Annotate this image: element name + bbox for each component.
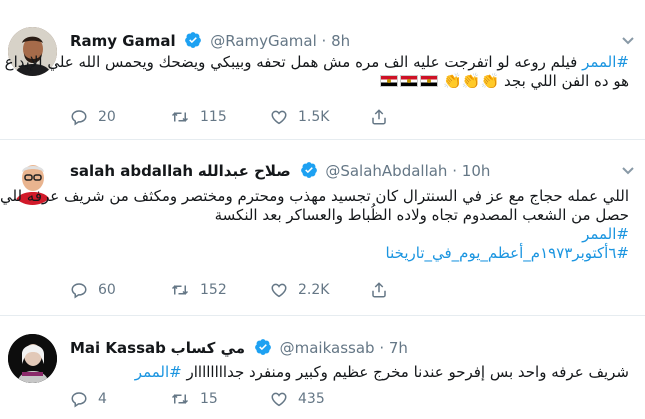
retweet-count: 15 bbox=[200, 391, 218, 407]
reply-icon bbox=[70, 390, 88, 408]
separator-dot: · bbox=[321, 32, 327, 50]
share-button[interactable] bbox=[370, 281, 400, 299]
tweet-salah-abdallah[interactable]: salah abdallah صلاح عبدالله @SalahAbdall… bbox=[0, 141, 645, 316]
separator-dot: · bbox=[452, 162, 457, 180]
tweet-text-line: شريف عرفه واحد بس إفرحو عندنا مخرج عظيم … bbox=[181, 363, 630, 381]
tweet-timestamp[interactable]: 10h bbox=[462, 162, 491, 180]
hashtag-link[interactable]: #٦أكتوبر١٩٧٣م_أعظم_يوم_في_تاريخنا bbox=[70, 244, 629, 263]
tweet-timestamp[interactable]: 7h bbox=[389, 339, 408, 357]
heart-icon bbox=[270, 108, 288, 126]
avatar-image bbox=[8, 334, 57, 383]
user-handle[interactable]: @SalahAbdallah bbox=[325, 162, 447, 180]
avatar-mai-kassab[interactable] bbox=[8, 334, 57, 383]
tweet-ramy-gamal[interactable]: Ramy Gamal @RamyGamal · 8h #الممر فيلم ر… bbox=[0, 0, 645, 140]
reply-count: 20 bbox=[98, 109, 116, 125]
tweet-text: شريف عرفه واحد بس إفرحو عندنا مخرج عظيم … bbox=[70, 363, 629, 382]
heart-icon bbox=[270, 281, 288, 299]
share-button[interactable] bbox=[370, 108, 400, 126]
tweet-actions: 20 115 1.5K bbox=[70, 108, 400, 126]
egypt-flag-icon bbox=[380, 75, 399, 87]
tweet-timestamp[interactable]: 8h bbox=[331, 32, 350, 50]
tweet-text-line: حصل من الشعب المصدوم تجاه ولاده الظُباط … bbox=[214, 206, 629, 224]
tweet-text-line: اللي عمله حجاج مع عز في السنترال كان تجس… bbox=[0, 187, 629, 205]
retweet-button[interactable]: 152 bbox=[170, 281, 270, 299]
hashtag-link[interactable]: #الممر bbox=[135, 363, 182, 381]
like-count: 435 bbox=[298, 391, 325, 407]
display-name[interactable]: Mai Kassab bbox=[70, 339, 166, 357]
hashtag-link[interactable]: #الممر bbox=[70, 225, 629, 244]
chevron-down-icon[interactable] bbox=[621, 36, 635, 46]
retweet-icon bbox=[170, 390, 190, 408]
egypt-flag-icon bbox=[420, 75, 439, 87]
retweet-icon bbox=[170, 108, 190, 126]
reply-button[interactable]: 60 bbox=[70, 281, 170, 299]
display-name-arabic[interactable]: مي كساب bbox=[171, 339, 245, 357]
separator-dot: · bbox=[379, 339, 385, 357]
retweet-icon bbox=[170, 281, 190, 299]
retweet-count: 115 bbox=[200, 109, 227, 125]
verified-badge-icon bbox=[254, 338, 272, 356]
egypt-flag-icon bbox=[400, 75, 419, 87]
display-name[interactable]: salah abdallah bbox=[70, 162, 193, 180]
user-handle[interactable]: @maikassab bbox=[280, 339, 375, 357]
verified-badge-icon bbox=[184, 31, 202, 49]
tweet-text: #الممر فيلم روعه لو اتفرجت عليه الف مره … bbox=[5, 53, 629, 91]
share-icon bbox=[370, 108, 388, 126]
chevron-down-icon[interactable] bbox=[621, 166, 635, 176]
reply-icon bbox=[70, 281, 88, 299]
reply-button[interactable]: 20 bbox=[70, 108, 170, 126]
reply-button[interactable]: 4 bbox=[70, 390, 170, 408]
reply-count: 60 bbox=[98, 282, 116, 298]
reply-icon bbox=[70, 108, 88, 126]
user-handle[interactable]: @RamyGamal bbox=[210, 32, 317, 50]
like-button[interactable]: 435 bbox=[270, 390, 370, 408]
retweet-button[interactable]: 15 bbox=[170, 390, 270, 408]
like-count: 2.2K bbox=[298, 282, 330, 298]
retweet-button[interactable]: 115 bbox=[170, 108, 270, 126]
heart-icon bbox=[270, 390, 288, 408]
display-name[interactable]: Ramy Gamal bbox=[70, 32, 176, 50]
hashtag-link[interactable]: #الممر bbox=[582, 53, 629, 71]
tweet-text: اللي عمله حجاج مع عز في السنترال كان تجس… bbox=[0, 187, 629, 263]
tweet-mai-kassab[interactable]: Mai Kassab مي كساب @maikassab · 7h شريف … bbox=[0, 317, 645, 419]
verified-badge-icon bbox=[300, 161, 318, 179]
retweet-count: 152 bbox=[200, 282, 227, 298]
tweet-actions: 4 15 435 bbox=[70, 390, 370, 408]
tweet-text-line: فيلم روعه لو اتفرجت عليه الف مره مش همل … bbox=[4, 53, 583, 71]
like-button[interactable]: 1.5K bbox=[270, 108, 370, 126]
like-count: 1.5K bbox=[298, 109, 330, 125]
tweet-actions: 60 152 2.2K bbox=[70, 281, 400, 299]
like-button[interactable]: 2.2K bbox=[270, 281, 370, 299]
display-name-arabic[interactable]: صلاح عبدالله bbox=[198, 162, 291, 180]
reply-count: 4 bbox=[98, 391, 107, 407]
share-icon bbox=[370, 281, 388, 299]
tweet-text-line: هو ده الفن اللي بجد 👏👏👏 bbox=[443, 72, 629, 90]
